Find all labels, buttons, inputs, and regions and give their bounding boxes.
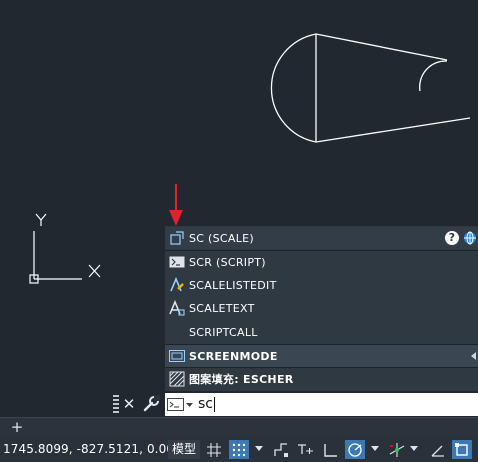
snap-mode-icon[interactable]: [229, 440, 249, 459]
suggestion-label: SCRIPTCALL: [189, 325, 258, 339]
recent-commands-button[interactable]: [167, 397, 195, 412]
small-arc[interactable]: [419, 60, 448, 92]
script-icon: [168, 254, 186, 270]
chevron-down-icon[interactable]: [410, 446, 418, 451]
suggestion-label: SCALELISTEDIT: [189, 278, 277, 292]
suggestion-label: SCREENMODE: [189, 349, 278, 363]
dynamic-input-icon[interactable]: [295, 440, 315, 459]
top-tangent-line[interactable]: [315, 33, 448, 61]
grid-icon[interactable]: [204, 440, 224, 459]
screenmode-icon: [168, 348, 186, 364]
help-icon[interactable]: ?: [445, 231, 459, 245]
object-snap-icon[interactable]: [452, 440, 472, 459]
close-icon[interactable]: ✕: [122, 394, 136, 414]
add-layout-icon[interactable]: +: [9, 419, 25, 435]
layout-tabs: +: [0, 417, 478, 437]
ucs-icon: [29, 213, 101, 284]
scalelistedit-icon: [168, 277, 186, 293]
infer-constraints-icon[interactable]: [271, 440, 291, 459]
hatch-pattern-icon: [168, 371, 186, 387]
suggestion-label: SCALETEXT: [189, 301, 255, 315]
ortho-mode-icon[interactable]: [320, 440, 340, 459]
bottom-tangent-line[interactable]: [315, 117, 471, 143]
drag-handle[interactable]: [113, 395, 119, 413]
scaletext-icon: [168, 300, 186, 316]
suggestion-label: 图案填充: ESCHER: [189, 373, 294, 386]
suggestion-item-scaletext[interactable]: SCALETEXT: [165, 297, 478, 319]
wrench-icon[interactable]: [142, 395, 160, 413]
annotation-arrow-down: [169, 184, 183, 226]
polar-tracking-icon[interactable]: [345, 440, 365, 459]
expand-left-icon[interactable]: [471, 352, 476, 360]
suggestion-item-hatch-escher[interactable]: 图案填充: ESCHER: [165, 368, 478, 390]
suggestion-item-scalelistedit[interactable]: SCALELISTEDIT: [165, 274, 478, 296]
command-suggestion-list: SC (SCALE) ? SCR (SCRIPT) SCALELISTEDIT …: [165, 226, 478, 391]
suggestion-label: SC (SCALE): [189, 231, 255, 245]
model-space-button[interactable]: 模型: [168, 440, 200, 459]
command-input[interactable]: sc: [165, 393, 478, 416]
suggestion-item-scriptcall[interactable]: SCRIPTCALL: [165, 321, 478, 343]
large-arc[interactable]: [270, 33, 317, 143]
status-bar: 1745.8099, -827.5121, 0.0000 模型: [0, 437, 478, 462]
scale-icon: [168, 230, 186, 246]
isodraft-icon[interactable]: [387, 440, 407, 459]
chevron-down-icon[interactable]: [255, 446, 263, 451]
drawn-shape[interactable]: [270, 33, 471, 143]
suggestion-item-script[interactable]: SCR (SCRIPT): [165, 251, 478, 273]
command-input-value: sc: [198, 396, 213, 412]
object-snap-tracking-icon[interactable]: [428, 440, 448, 459]
command-line: ✕ sc: [111, 392, 478, 417]
suggestion-item-screenmode[interactable]: SCREENMODE: [165, 345, 478, 367]
suggestion-item-scale[interactable]: SC (SCALE) ?: [165, 227, 478, 249]
globe-icon[interactable]: [463, 231, 477, 245]
coordinate-readout[interactable]: 1745.8099, -827.5121, 0.0000: [3, 437, 190, 462]
suggestion-label: SCR (SCRIPT): [189, 255, 266, 269]
chevron-down-icon[interactable]: [371, 446, 379, 451]
text-caret: [214, 397, 215, 412]
